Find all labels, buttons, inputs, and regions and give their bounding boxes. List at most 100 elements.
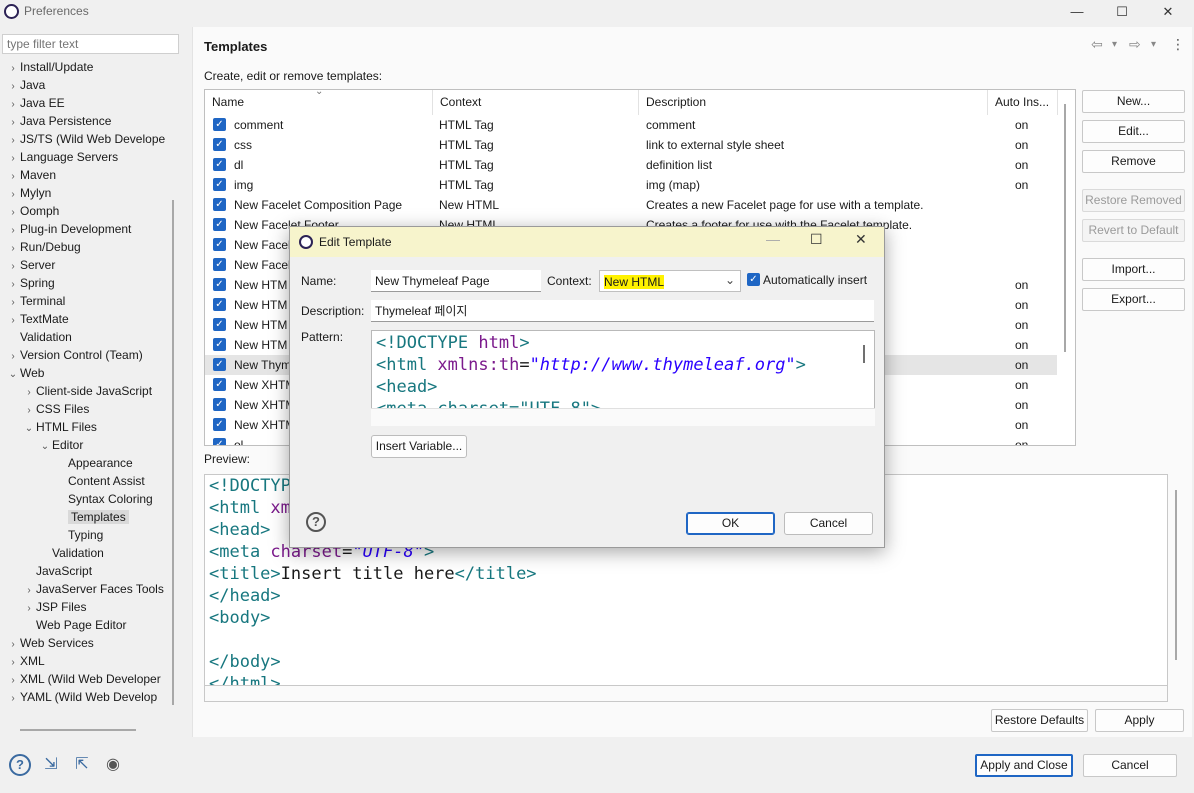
tree-horizontal-scrollbar[interactable]	[20, 729, 136, 731]
row-enabled-checkbox[interactable]: ✓	[213, 258, 226, 271]
dialog-cancel-button[interactable]: Cancel	[784, 512, 873, 535]
forward-icon[interactable]: ⇨	[1129, 36, 1141, 53]
pattern-horizontal-scrollbar[interactable]	[371, 408, 875, 426]
pattern-vertical-scrollbar[interactable]	[863, 345, 865, 363]
restore-removed-button[interactable]: Restore Removed	[1082, 189, 1185, 212]
tree-item[interactable]: ⌄ Editor	[38, 436, 84, 456]
row-enabled-checkbox[interactable]: ✓	[213, 138, 226, 151]
expanded-chevron-icon[interactable]: ⌄	[6, 366, 20, 384]
description-field[interactable]: Thymeleaf 페이지	[371, 300, 874, 322]
maximize-icon[interactable]: ☐	[1099, 0, 1145, 24]
tree-item[interactable]: › Terminal	[6, 292, 65, 310]
tree-item[interactable]: › Spring	[6, 274, 54, 292]
remove-button[interactable]: Remove	[1082, 150, 1185, 173]
revert-to-default-button[interactable]: Revert to Default	[1082, 219, 1185, 242]
tree-item[interactable]: › Run/Debug	[6, 238, 80, 256]
table-row[interactable]: ✓ css HTML Tag link to external style sheet…	[205, 135, 1057, 155]
filter-input[interactable]	[2, 34, 179, 54]
tree-item[interactable]: Validation	[38, 544, 104, 562]
tree-item[interactable]: › XML	[6, 652, 44, 670]
tree-item[interactable]: › Server	[6, 256, 55, 274]
tree-item[interactable]: Appearance	[54, 454, 133, 472]
help-icon[interactable]: ?	[9, 754, 31, 776]
tree-item[interactable]: Content Assist	[54, 472, 145, 490]
tree-item[interactable]: › Mylyn	[6, 184, 51, 202]
insert-variable-button[interactable]: Insert Variable...	[371, 435, 467, 458]
tree-item[interactable]: › YAML (Wild Web Develop	[6, 688, 157, 706]
tree-item[interactable]: › Java Persistence	[6, 112, 111, 130]
tree-item[interactable]: Web Page Editor	[22, 616, 127, 634]
row-enabled-checkbox[interactable]: ✓	[213, 198, 226, 211]
tree-item[interactable]: Validation	[6, 328, 72, 346]
help-icon[interactable]: ?	[306, 512, 326, 532]
row-enabled-checkbox[interactable]: ✓	[213, 398, 226, 411]
tree-item[interactable]: › JSP Files	[22, 598, 86, 616]
table-row[interactable]: ✓ comment HTML Tag comment on	[205, 115, 1057, 135]
forward-menu-icon[interactable]: ▾	[1151, 39, 1156, 50]
expanded-chevron-icon[interactable]: ⌄	[38, 438, 52, 456]
close-icon[interactable]: ✕	[1145, 0, 1191, 24]
dialog-minimize-icon[interactable]: —	[766, 231, 780, 247]
row-enabled-checkbox[interactable]: ✓	[213, 338, 226, 351]
tree-item[interactable]: › Version Control (Team)	[6, 346, 142, 364]
row-enabled-checkbox[interactable]: ✓	[213, 118, 226, 131]
dialog-close-icon[interactable]: ✕	[855, 231, 867, 248]
edit-button[interactable]: Edit...	[1082, 120, 1185, 143]
column-header-description[interactable]: Description	[639, 90, 988, 115]
collapsed-chevron-icon[interactable]: ›	[6, 690, 20, 708]
tree-item[interactable]: › CSS Files	[22, 400, 89, 418]
tree-vertical-scrollbar[interactable]	[172, 200, 174, 705]
dialog-maximize-icon[interactable]: ☐	[810, 231, 823, 248]
row-enabled-checkbox[interactable]: ✓	[213, 318, 226, 331]
tree-item[interactable]: JavaScript	[22, 562, 92, 580]
column-header-context[interactable]: Context	[433, 90, 639, 115]
tree-item[interactable]: ⌄ Web	[6, 364, 45, 384]
row-enabled-checkbox[interactable]: ✓	[213, 298, 226, 311]
context-select[interactable]: New HTML ⌄	[599, 270, 741, 292]
tree-item[interactable]: › TextMate	[6, 310, 68, 328]
tree-item[interactable]: › Web Services	[6, 634, 93, 652]
tree-item[interactable]: Syntax Coloring	[54, 490, 153, 508]
import-button[interactable]: Import...	[1082, 258, 1185, 281]
tree-item[interactable]: › JS/TS (Wild Web Develope	[6, 130, 165, 148]
table-row[interactable]: ✓ New Facelet Composition Page New HTML Cre…	[205, 195, 1057, 215]
tree-item[interactable]: Templates	[54, 508, 129, 526]
export-button[interactable]: Export...	[1082, 288, 1185, 311]
back-menu-icon[interactable]: ▾	[1112, 39, 1117, 50]
name-field[interactable]: New Thymeleaf Page	[371, 270, 541, 292]
expanded-chevron-icon[interactable]: ⌄	[22, 420, 36, 438]
apply-button[interactable]: Apply	[1095, 709, 1184, 732]
back-icon[interactable]: ⇦	[1091, 36, 1103, 53]
tree-item[interactable]: › Maven	[6, 166, 56, 184]
tree-item[interactable]: › Oomph	[6, 202, 59, 220]
row-enabled-checkbox[interactable]: ✓	[213, 218, 226, 231]
row-enabled-checkbox[interactable]: ✓	[213, 438, 226, 445]
new-button[interactable]: New...	[1082, 90, 1185, 113]
tree-item[interactable]: › Plug-in Development	[6, 220, 131, 238]
ok-button[interactable]: OK	[686, 512, 775, 535]
record-icon[interactable]: ◉	[102, 754, 124, 776]
row-enabled-checkbox[interactable]: ✓	[213, 158, 226, 171]
row-enabled-checkbox[interactable]: ✓	[213, 278, 226, 291]
cancel-button[interactable]: Cancel	[1083, 754, 1177, 777]
tree-item[interactable]: › Java EE	[6, 94, 64, 112]
table-vertical-scrollbar[interactable]	[1064, 104, 1066, 352]
export-preferences-icon[interactable]: ⇱	[71, 754, 93, 776]
tree-item[interactable]: › XML (Wild Web Developer	[6, 670, 160, 688]
tree-item[interactable]: ⌄ HTML Files	[22, 418, 97, 436]
table-row[interactable]: ✓ img HTML Tag img (map) on	[205, 175, 1057, 195]
minimize-icon[interactable]: —	[1054, 0, 1100, 24]
row-enabled-checkbox[interactable]: ✓	[213, 178, 226, 191]
row-enabled-checkbox[interactable]: ✓	[213, 238, 226, 251]
tree-item[interactable]: › Install/Update	[6, 58, 93, 76]
row-enabled-checkbox[interactable]: ✓	[213, 378, 226, 391]
restore-defaults-button[interactable]: Restore Defaults	[991, 709, 1088, 732]
preview-vertical-scrollbar[interactable]	[1175, 490, 1177, 660]
tree-item[interactable]: › Java	[6, 76, 45, 94]
row-enabled-checkbox[interactable]: ✓	[213, 418, 226, 431]
view-menu-icon[interactable]: ⋮	[1171, 36, 1185, 53]
auto-insert-checkbox[interactable]: ✓	[747, 273, 760, 286]
tree-item[interactable]: Typing	[54, 526, 103, 544]
preview-horizontal-scrollbar[interactable]	[204, 686, 1168, 702]
row-enabled-checkbox[interactable]: ✓	[213, 358, 226, 371]
